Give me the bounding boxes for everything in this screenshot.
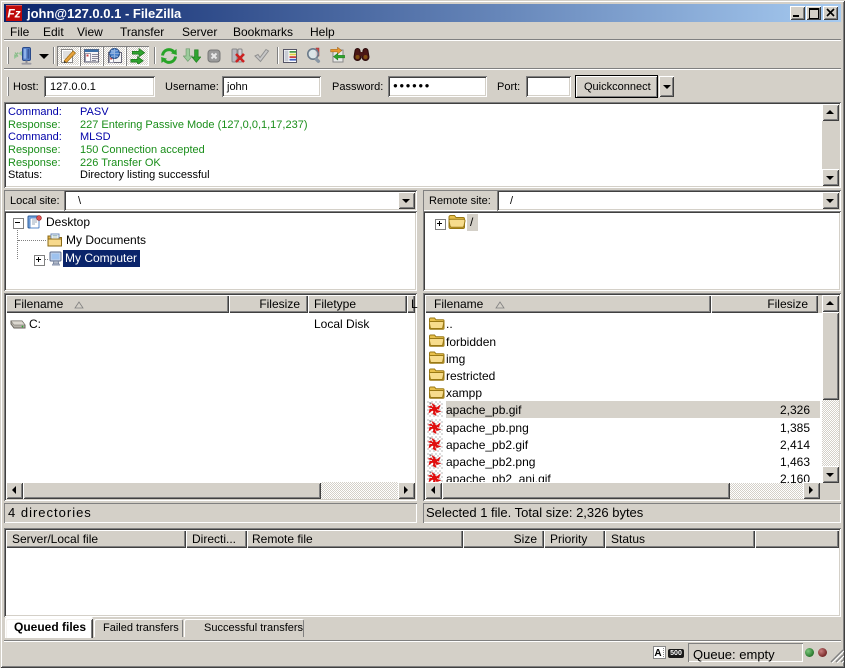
svg-text:Fz: Fz (7, 7, 20, 21)
svg-text:A: A (654, 648, 661, 659)
